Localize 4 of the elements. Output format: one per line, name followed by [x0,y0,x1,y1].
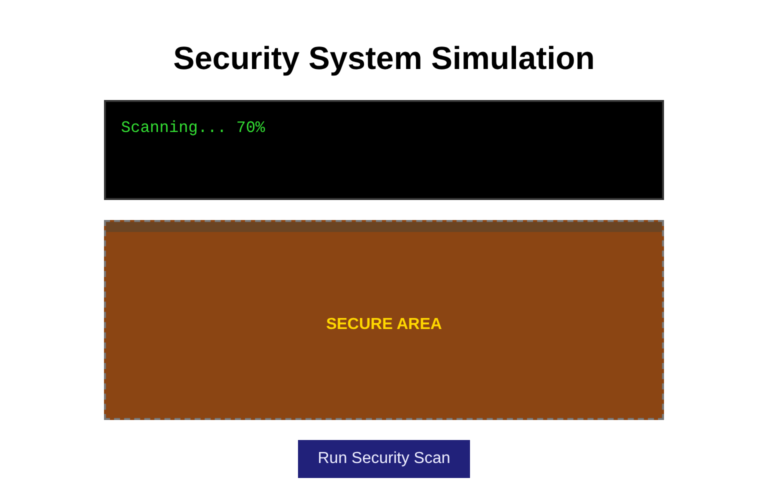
page-title: Security System Simulation [173,40,595,77]
secure-area-label: SECURE AREA [326,315,442,335]
run-scan-button[interactable]: Run Security Scan [298,440,470,478]
terminal-text: Scanning... 70% [121,119,266,137]
